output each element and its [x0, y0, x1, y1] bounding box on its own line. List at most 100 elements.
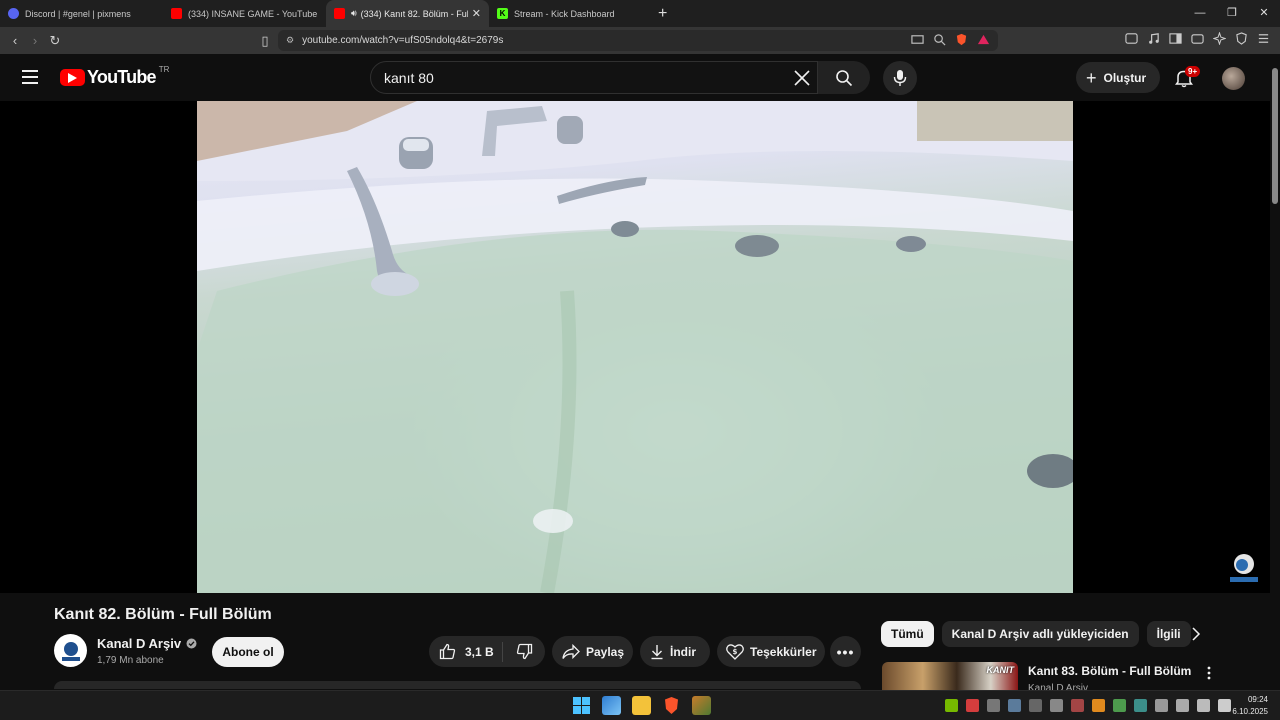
tray-app-icon[interactable] [1134, 699, 1147, 712]
video-player[interactable] [0, 101, 1270, 593]
clock[interactable]: 09:24 6.10.2025 [1232, 694, 1268, 718]
share-icon [562, 643, 580, 659]
tab-discord[interactable]: Discord | #genel | pixmens [0, 0, 163, 27]
page-scrollbar[interactable] [1270, 54, 1280, 690]
recommendation-title[interactable]: Kanıt 83. Bölüm - Full Bölüm [1028, 664, 1191, 678]
windows-start-icon[interactable] [572, 696, 591, 715]
tray-app-icon[interactable] [1092, 699, 1105, 712]
site-info-icon[interactable]: ⚙ [286, 35, 294, 46]
kanal-d-logo-icon [61, 641, 80, 661]
new-tab-button[interactable]: + [658, 5, 667, 23]
like-button[interactable]: 3,1 B [429, 641, 503, 662]
country-code: TR [158, 65, 170, 74]
minimize-button[interactable]: — [1184, 0, 1216, 27]
leo-ai-icon[interactable] [1213, 32, 1226, 45]
reload-button[interactable]: ↻ [45, 33, 65, 49]
vpn-shield-icon[interactable] [1235, 32, 1248, 45]
plus-icon: + [1086, 67, 1097, 88]
back-button[interactable]: ‹ [5, 33, 25, 48]
search-button[interactable] [818, 61, 870, 94]
cast-icon[interactable] [911, 33, 924, 46]
tray-app-icon[interactable] [987, 699, 1000, 712]
microphone-tray-icon[interactable] [1155, 699, 1168, 712]
tray-app-icon[interactable] [966, 699, 979, 712]
brave-shields-icon[interactable] [955, 33, 968, 46]
audio-playing-icon[interactable]: 🔊︎ [351, 8, 357, 19]
tray-app-icon[interactable] [1050, 699, 1063, 712]
network-icon[interactable] [1176, 699, 1189, 712]
channel-name[interactable]: Kanal D Arşiv [97, 636, 181, 651]
channel-name-row[interactable]: Kanal D Arşiv [97, 636, 197, 651]
volume-icon[interactable] [1197, 699, 1210, 712]
share-button[interactable]: Paylaş [552, 636, 633, 667]
tray-app-icon[interactable] [1071, 699, 1084, 712]
search-box[interactable] [370, 61, 818, 94]
dislike-button[interactable] [503, 643, 545, 660]
music-icon[interactable] [1147, 32, 1160, 45]
kanal-d-watermark-logo [1230, 554, 1258, 582]
search-input[interactable] [384, 70, 764, 86]
menu-icon[interactable] [1257, 32, 1270, 45]
youtube-wordmark: YouTube [87, 67, 157, 87]
nvidia-icon[interactable] [945, 699, 958, 712]
clock-time: 09:24 [1247, 695, 1268, 704]
more-actions-button[interactable]: ••• [830, 636, 861, 667]
thumbnail-logo-text: KANIT [986, 665, 1015, 675]
brave-browser-icon[interactable] [662, 696, 681, 715]
restore-button[interactable]: ❐ [1216, 0, 1248, 27]
tab-kick-dashboard[interactable]: K Stream - Kick Dashboard [489, 0, 652, 27]
tab-title: Discord | #genel | pixmens [25, 8, 131, 19]
scrollbar-thumb[interactable] [1272, 68, 1278, 204]
close-window-button[interactable]: ✕ [1248, 0, 1280, 27]
thanks-label: Teşekkürler [750, 644, 817, 659]
video-bathtub-scene [197, 101, 1073, 593]
download-button[interactable]: İndir [640, 636, 710, 667]
zoom-icon[interactable] [933, 33, 946, 46]
address-bar[interactable]: ⚙ youtube.com/watch?v=ufS05ndolq4&t=2679… [278, 30, 998, 51]
guide-menu-icon[interactable] [22, 70, 38, 84]
chip-all[interactable]: Tümü [881, 621, 934, 647]
brave-rewards-icon[interactable] [977, 33, 990, 46]
more-vertical-icon[interactable] [1205, 666, 1213, 680]
sidebar-icon[interactable] [1169, 32, 1182, 45]
download-icon [651, 644, 663, 659]
recommendation-thumbnail[interactable]: KANIT [882, 662, 1018, 690]
clear-search-icon[interactable] [793, 69, 811, 87]
tab-youtube-kanit[interactable]: 🔊︎ (334) Kanıt 82. Bölüm - Full Bölüm ✕ [326, 0, 489, 27]
tray-app-icon[interactable] [1113, 699, 1126, 712]
file-explorer-icon[interactable] [632, 696, 651, 715]
tab-youtube-insane-game[interactable]: (334) INSANE GAME - YouTube [163, 0, 326, 27]
subscribe-button[interactable]: Abone ol [212, 637, 284, 667]
share-label: Paylaş [586, 644, 625, 659]
browser-tab-bar: Discord | #genel | pixmens (334) INSANE … [0, 0, 1280, 27]
thanks-button[interactable]: $ Teşekkürler [717, 636, 825, 667]
description-box[interactable] [54, 681, 861, 689]
game-app-icon[interactable] [692, 696, 711, 715]
recommendation-chips: Tümü Kanal D Arşiv adlı yükleyiciden İlg… [881, 621, 1191, 647]
account-avatar[interactable] [1222, 67, 1245, 90]
create-button[interactable]: + Oluştur [1076, 62, 1160, 93]
battery-icon[interactable] [1218, 699, 1231, 712]
create-label: Oluştur [1103, 70, 1147, 85]
notification-badge: 9+ [1185, 66, 1201, 77]
tray-app-icon[interactable] [1029, 699, 1042, 712]
system-tray [945, 699, 1231, 712]
chip-related[interactable]: İlgili [1146, 621, 1191, 647]
steam-icon[interactable] [1008, 699, 1021, 712]
verified-badge-icon [186, 638, 197, 649]
wallet-icon[interactable] [1191, 32, 1204, 45]
chip-from-uploader[interactable]: Kanal D Arşiv adlı yükleyiciden [941, 621, 1139, 647]
media-icon[interactable] [1125, 32, 1138, 45]
close-tab-icon[interactable]: ✕ [472, 7, 481, 20]
chevron-right-icon[interactable] [1190, 626, 1202, 642]
youtube-logo[interactable]: YouTube TR [60, 65, 170, 88]
browser-extension-icons [1125, 32, 1270, 45]
youtube-play-icon [60, 69, 85, 86]
channel-avatar[interactable] [54, 634, 87, 667]
url-text[interactable]: youtube.com/watch?v=ufS05ndolq4&t=2679s [302, 35, 503, 46]
video-frame[interactable] [197, 101, 1073, 593]
voice-search-button[interactable] [883, 61, 917, 95]
photos-app-icon[interactable] [602, 696, 621, 715]
bookmark-icon[interactable]: ▯ [255, 33, 275, 49]
forward-button[interactable]: › [25, 33, 45, 48]
